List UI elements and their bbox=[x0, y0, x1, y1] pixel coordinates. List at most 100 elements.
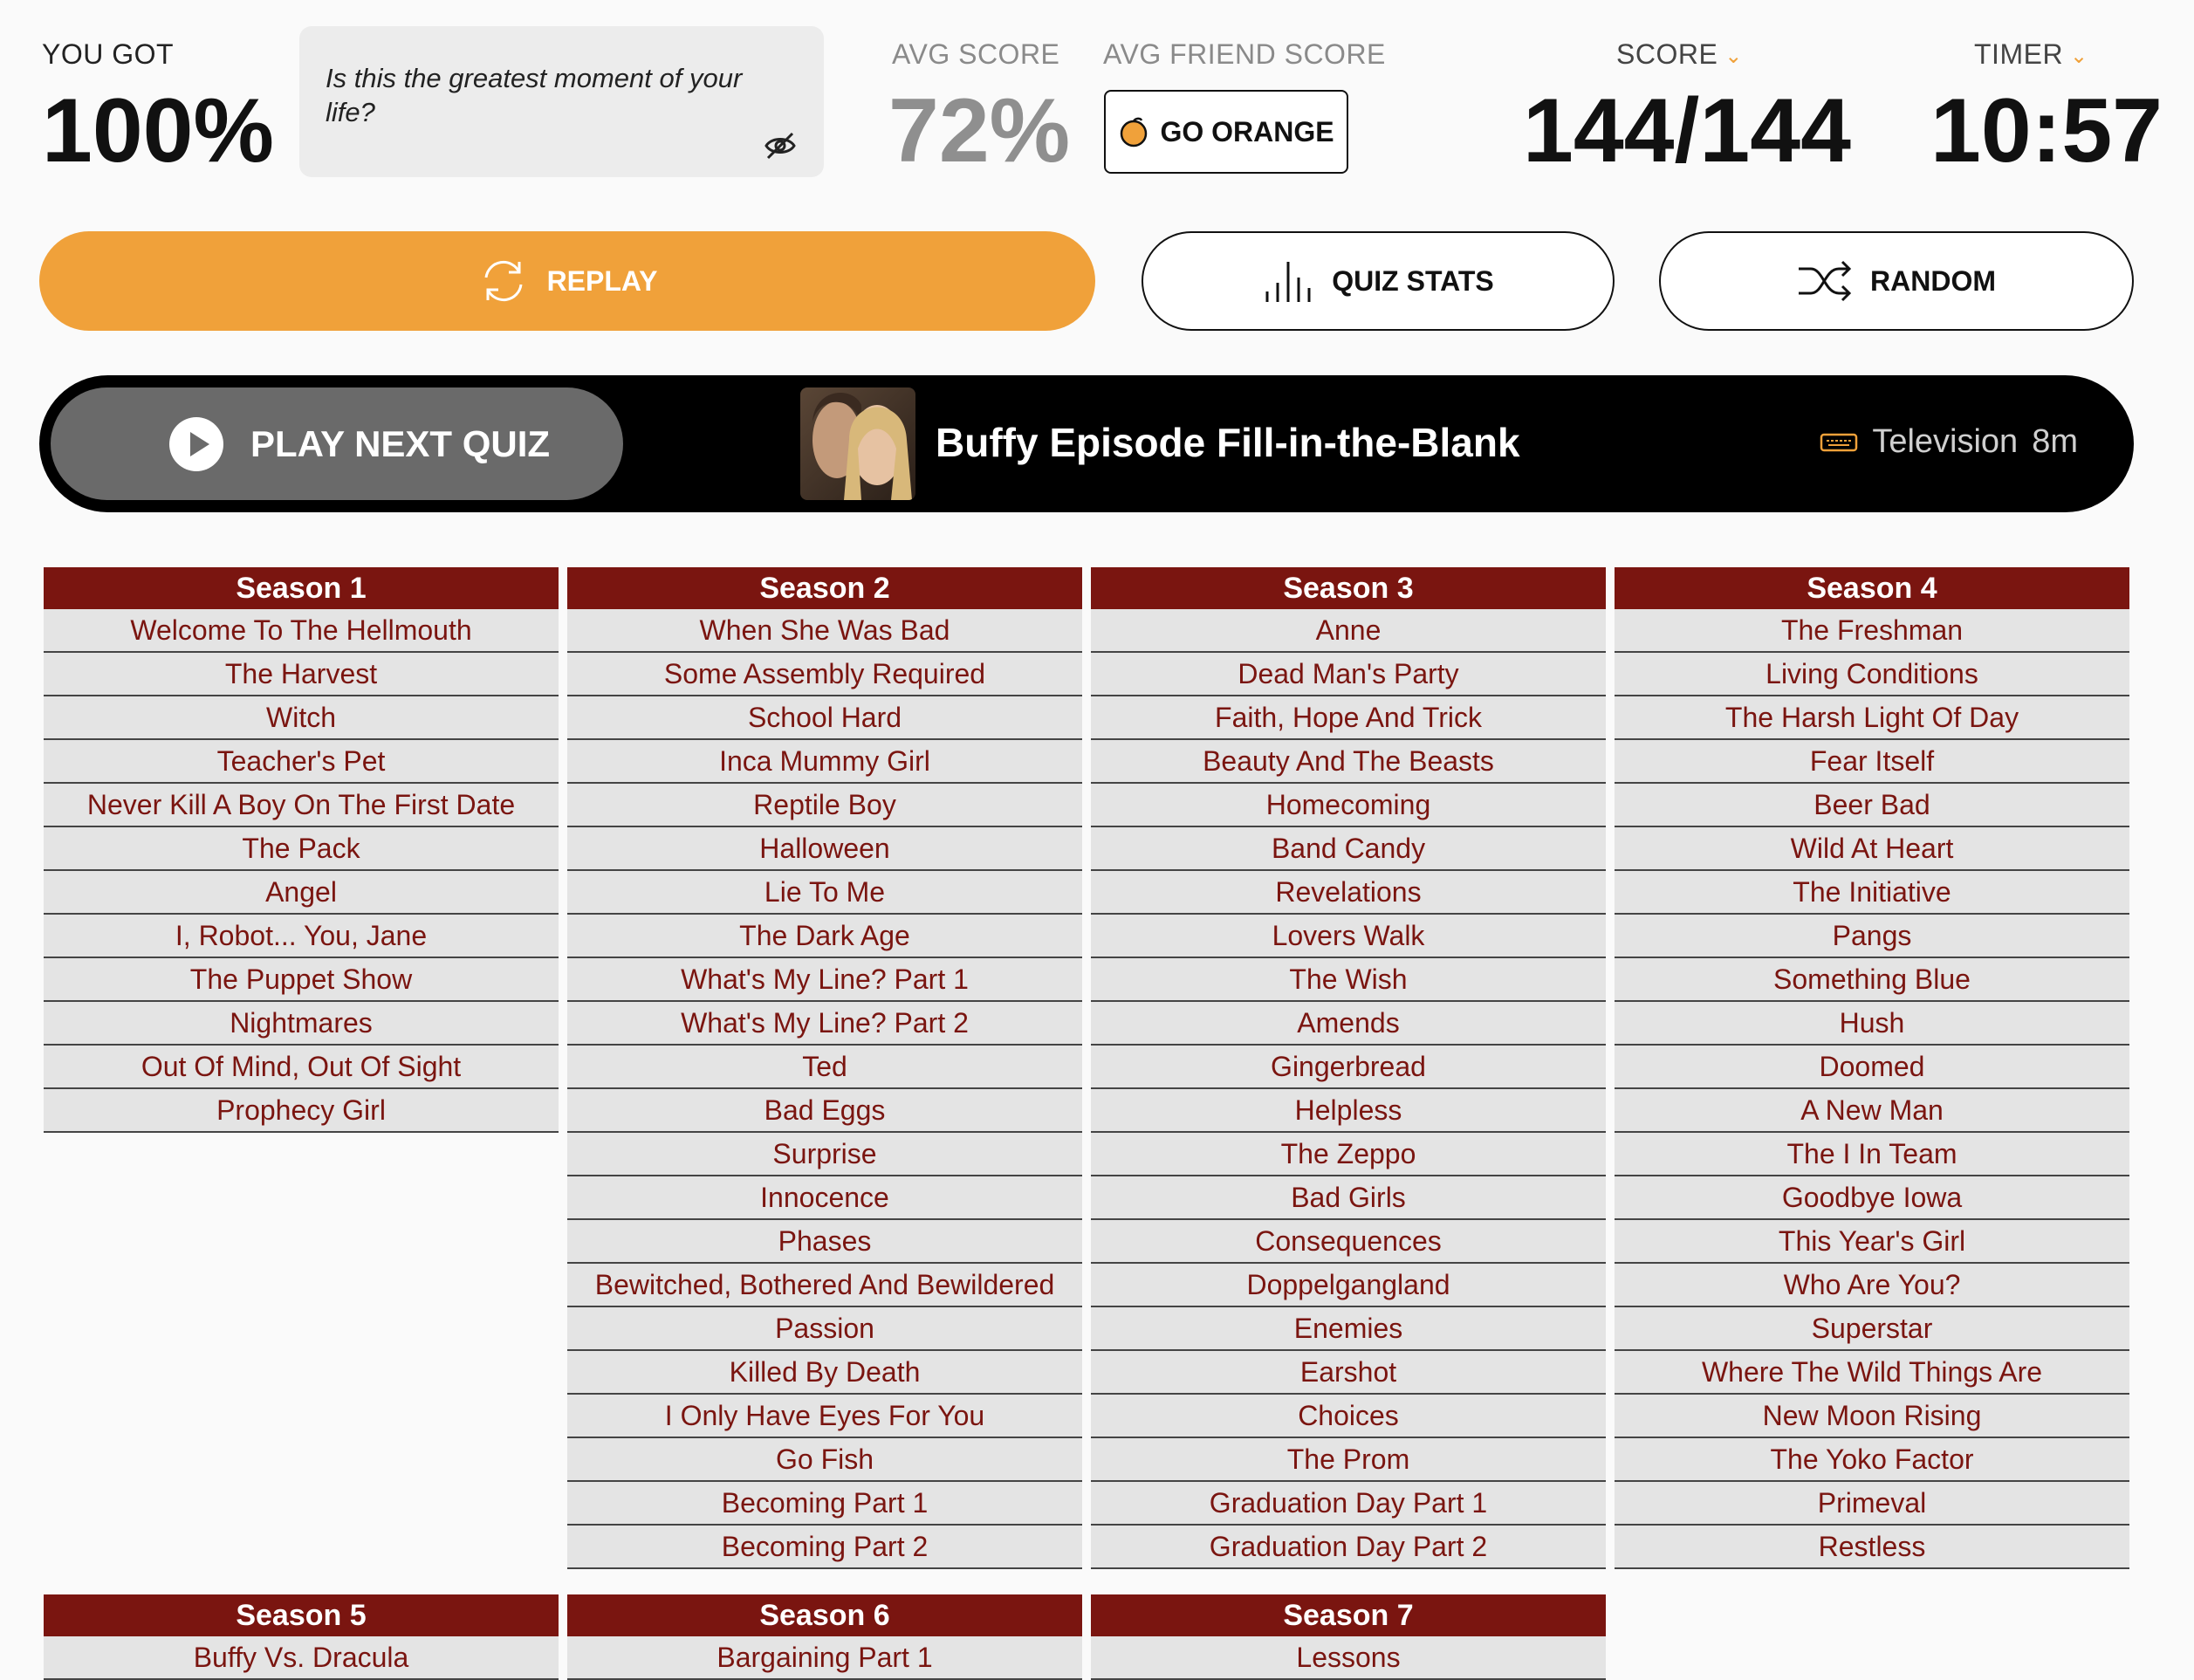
episode-answer: Bad Girls bbox=[1091, 1176, 1606, 1220]
episode-answer: Goodbye Iowa bbox=[1615, 1176, 2129, 1220]
episode-answer: Innocence bbox=[567, 1176, 1082, 1220]
episode-answer: Anne bbox=[1091, 609, 1606, 653]
episode-answer: The Prom bbox=[1091, 1438, 1606, 1482]
replay-icon bbox=[484, 260, 523, 302]
episode-answer: Superstar bbox=[1615, 1307, 2129, 1351]
episode-answer: Bargaining Part 1 bbox=[567, 1636, 1082, 1680]
episode-answer: This Year's Girl bbox=[1615, 1220, 2129, 1264]
replay-button[interactable]: REPLAY bbox=[39, 231, 1095, 331]
episode-answer: The Wish bbox=[1091, 958, 1606, 1002]
episode-answer: Beer Bad bbox=[1615, 784, 2129, 827]
episode-answer: The Puppet Show bbox=[44, 958, 559, 1002]
quiz-stats-button[interactable]: QUIZ STATS bbox=[1142, 231, 1615, 331]
episode-answer: Bewitched, Bothered And Bewildered bbox=[567, 1264, 1082, 1307]
episode-answer: Graduation Day Part 2 bbox=[1091, 1526, 1606, 1569]
episode-answer: The Zeppo bbox=[1091, 1133, 1606, 1176]
season-column: Season 7 Lessons bbox=[1091, 1594, 1606, 1680]
timer-value: 10:57 bbox=[1930, 80, 2163, 182]
result-quote-box: Is this the greatest moment of your life… bbox=[299, 26, 824, 177]
episode-answer: School Hard bbox=[567, 696, 1082, 740]
avg-score-value: 72% bbox=[888, 80, 1071, 182]
next-quiz-duration: 8m bbox=[2032, 423, 2078, 460]
episode-answer: The Harsh Light Of Day bbox=[1615, 696, 2129, 740]
next-quiz-category: Television bbox=[1872, 423, 2019, 460]
episode-answer: Restless bbox=[1615, 1526, 2129, 1569]
you-got-value: 100% bbox=[42, 80, 274, 182]
episode-answer: Doomed bbox=[1615, 1046, 2129, 1089]
episode-answer: Reptile Boy bbox=[567, 784, 1082, 827]
random-button[interactable]: RANDOM bbox=[1659, 231, 2134, 331]
episode-answer: Revelations bbox=[1091, 871, 1606, 915]
episode-answer: Teacher's Pet bbox=[44, 740, 559, 784]
season-column: Season 2 When She Was Bad Some Assembly Re… bbox=[567, 567, 1082, 1569]
episode-answer: A New Man bbox=[1615, 1089, 2129, 1133]
season-header: Season 5 bbox=[44, 1594, 559, 1636]
episode-answer: Out Of Mind, Out Of Sight bbox=[44, 1046, 559, 1089]
episode-answer: Something Blue bbox=[1615, 958, 2129, 1002]
episode-answer: When She Was Bad bbox=[567, 609, 1082, 653]
chevron-down-icon: ⌄ bbox=[1724, 45, 1743, 69]
season-column: Season 4 The Freshman Living Conditions The… bbox=[1615, 567, 2129, 1569]
episode-answer: Lessons bbox=[1091, 1636, 1606, 1680]
season-header: Season 7 bbox=[1091, 1594, 1606, 1636]
episode-answer: Witch bbox=[44, 696, 559, 740]
episode-answer: Hush bbox=[1615, 1002, 2129, 1046]
season-header: Season 6 bbox=[567, 1594, 1082, 1636]
season-header: Season 2 bbox=[567, 567, 1082, 609]
episode-answer: Passion bbox=[567, 1307, 1082, 1351]
episode-answer: The Freshman bbox=[1615, 609, 2129, 653]
next-quiz-meta: Television 8m bbox=[1820, 423, 2078, 461]
episode-answer: Doppelgangland bbox=[1091, 1264, 1606, 1307]
episode-answer: Primeval bbox=[1615, 1482, 2129, 1526]
episode-answer: I Only Have Eyes For You bbox=[567, 1395, 1082, 1438]
season-column: Season 1 Welcome To The Hellmouth The Harv… bbox=[44, 567, 559, 1133]
avg-score-label: AVG SCORE bbox=[892, 38, 1060, 70]
random-label: RANDOM bbox=[1870, 264, 1996, 297]
season-header: Season 4 bbox=[1615, 567, 2129, 609]
episode-answer: The Pack bbox=[44, 827, 559, 871]
season-header: Season 1 bbox=[44, 567, 559, 609]
season-column: Season 5 Buffy Vs. Dracula bbox=[44, 1594, 559, 1680]
episode-answer: Who Are You? bbox=[1615, 1264, 2129, 1307]
episode-answer: Surprise bbox=[567, 1133, 1082, 1176]
keyboard-icon bbox=[1820, 433, 1858, 451]
score-label[interactable]: SCORE ⌄ bbox=[1616, 38, 1743, 71]
episode-answer: Lie To Me bbox=[567, 871, 1082, 915]
next-quiz-title[interactable]: Buffy Episode Fill-in-the-Blank bbox=[936, 419, 1520, 466]
episode-answer: New Moon Rising bbox=[1615, 1395, 2129, 1438]
episode-answer: Buffy Vs. Dracula bbox=[44, 1636, 559, 1680]
episode-answer: What's My Line? Part 2 bbox=[567, 1002, 1082, 1046]
episode-answer: Faith, Hope And Trick bbox=[1091, 696, 1606, 740]
episode-answer: Bad Eggs bbox=[567, 1089, 1082, 1133]
episode-answer: Welcome To The Hellmouth bbox=[44, 609, 559, 653]
season-header: Season 3 bbox=[1091, 567, 1606, 609]
episode-answer: Helpless bbox=[1091, 1089, 1606, 1133]
result-quote-text: Is this the greatest moment of your life… bbox=[326, 63, 743, 127]
season-column: Season 6 Bargaining Part 1 bbox=[567, 1594, 1082, 1680]
replay-label: REPLAY bbox=[546, 264, 658, 297]
next-quiz-thumbnail[interactable] bbox=[800, 387, 915, 500]
play-next-quiz-label: PLAY NEXT QUIZ bbox=[250, 422, 551, 464]
go-orange-button[interactable]: GO ORANGE bbox=[1104, 90, 1348, 174]
eye-slash-icon[interactable] bbox=[763, 128, 798, 163]
episode-answer: Consequences bbox=[1091, 1220, 1606, 1264]
episode-answer: Becoming Part 1 bbox=[567, 1482, 1082, 1526]
episode-answer: What's My Line? Part 1 bbox=[567, 958, 1082, 1002]
season-column: Season 3 Anne Dead Man's Party Faith, Hope … bbox=[1091, 567, 1606, 1569]
episode-answer: Prophecy Girl bbox=[44, 1089, 559, 1133]
next-quiz-bar: PLAY NEXT QUIZ Buffy Episode Fill-in-the… bbox=[39, 375, 2134, 512]
episode-answer: Where The Wild Things Are bbox=[1615, 1351, 2129, 1395]
episode-answer: Ted bbox=[567, 1046, 1082, 1089]
episode-answer: Graduation Day Part 1 bbox=[1091, 1482, 1606, 1526]
timer-label[interactable]: TIMER ⌄ bbox=[1974, 38, 2088, 71]
episode-answer: The I In Team bbox=[1615, 1133, 2129, 1176]
play-next-quiz-button[interactable]: PLAY NEXT QUIZ bbox=[51, 387, 623, 500]
bar-chart-icon bbox=[1265, 262, 1311, 302]
episode-answer: Earshot bbox=[1091, 1351, 1606, 1395]
episode-answer: Becoming Part 2 bbox=[567, 1526, 1082, 1569]
episode-answer: Dead Man's Party bbox=[1091, 653, 1606, 696]
episode-answer: The Yoko Factor bbox=[1615, 1438, 2129, 1482]
episode-answer: Phases bbox=[567, 1220, 1082, 1264]
episode-answer: Some Assembly Required bbox=[567, 653, 1082, 696]
episode-answer: I, Robot... You, Jane bbox=[44, 915, 559, 958]
